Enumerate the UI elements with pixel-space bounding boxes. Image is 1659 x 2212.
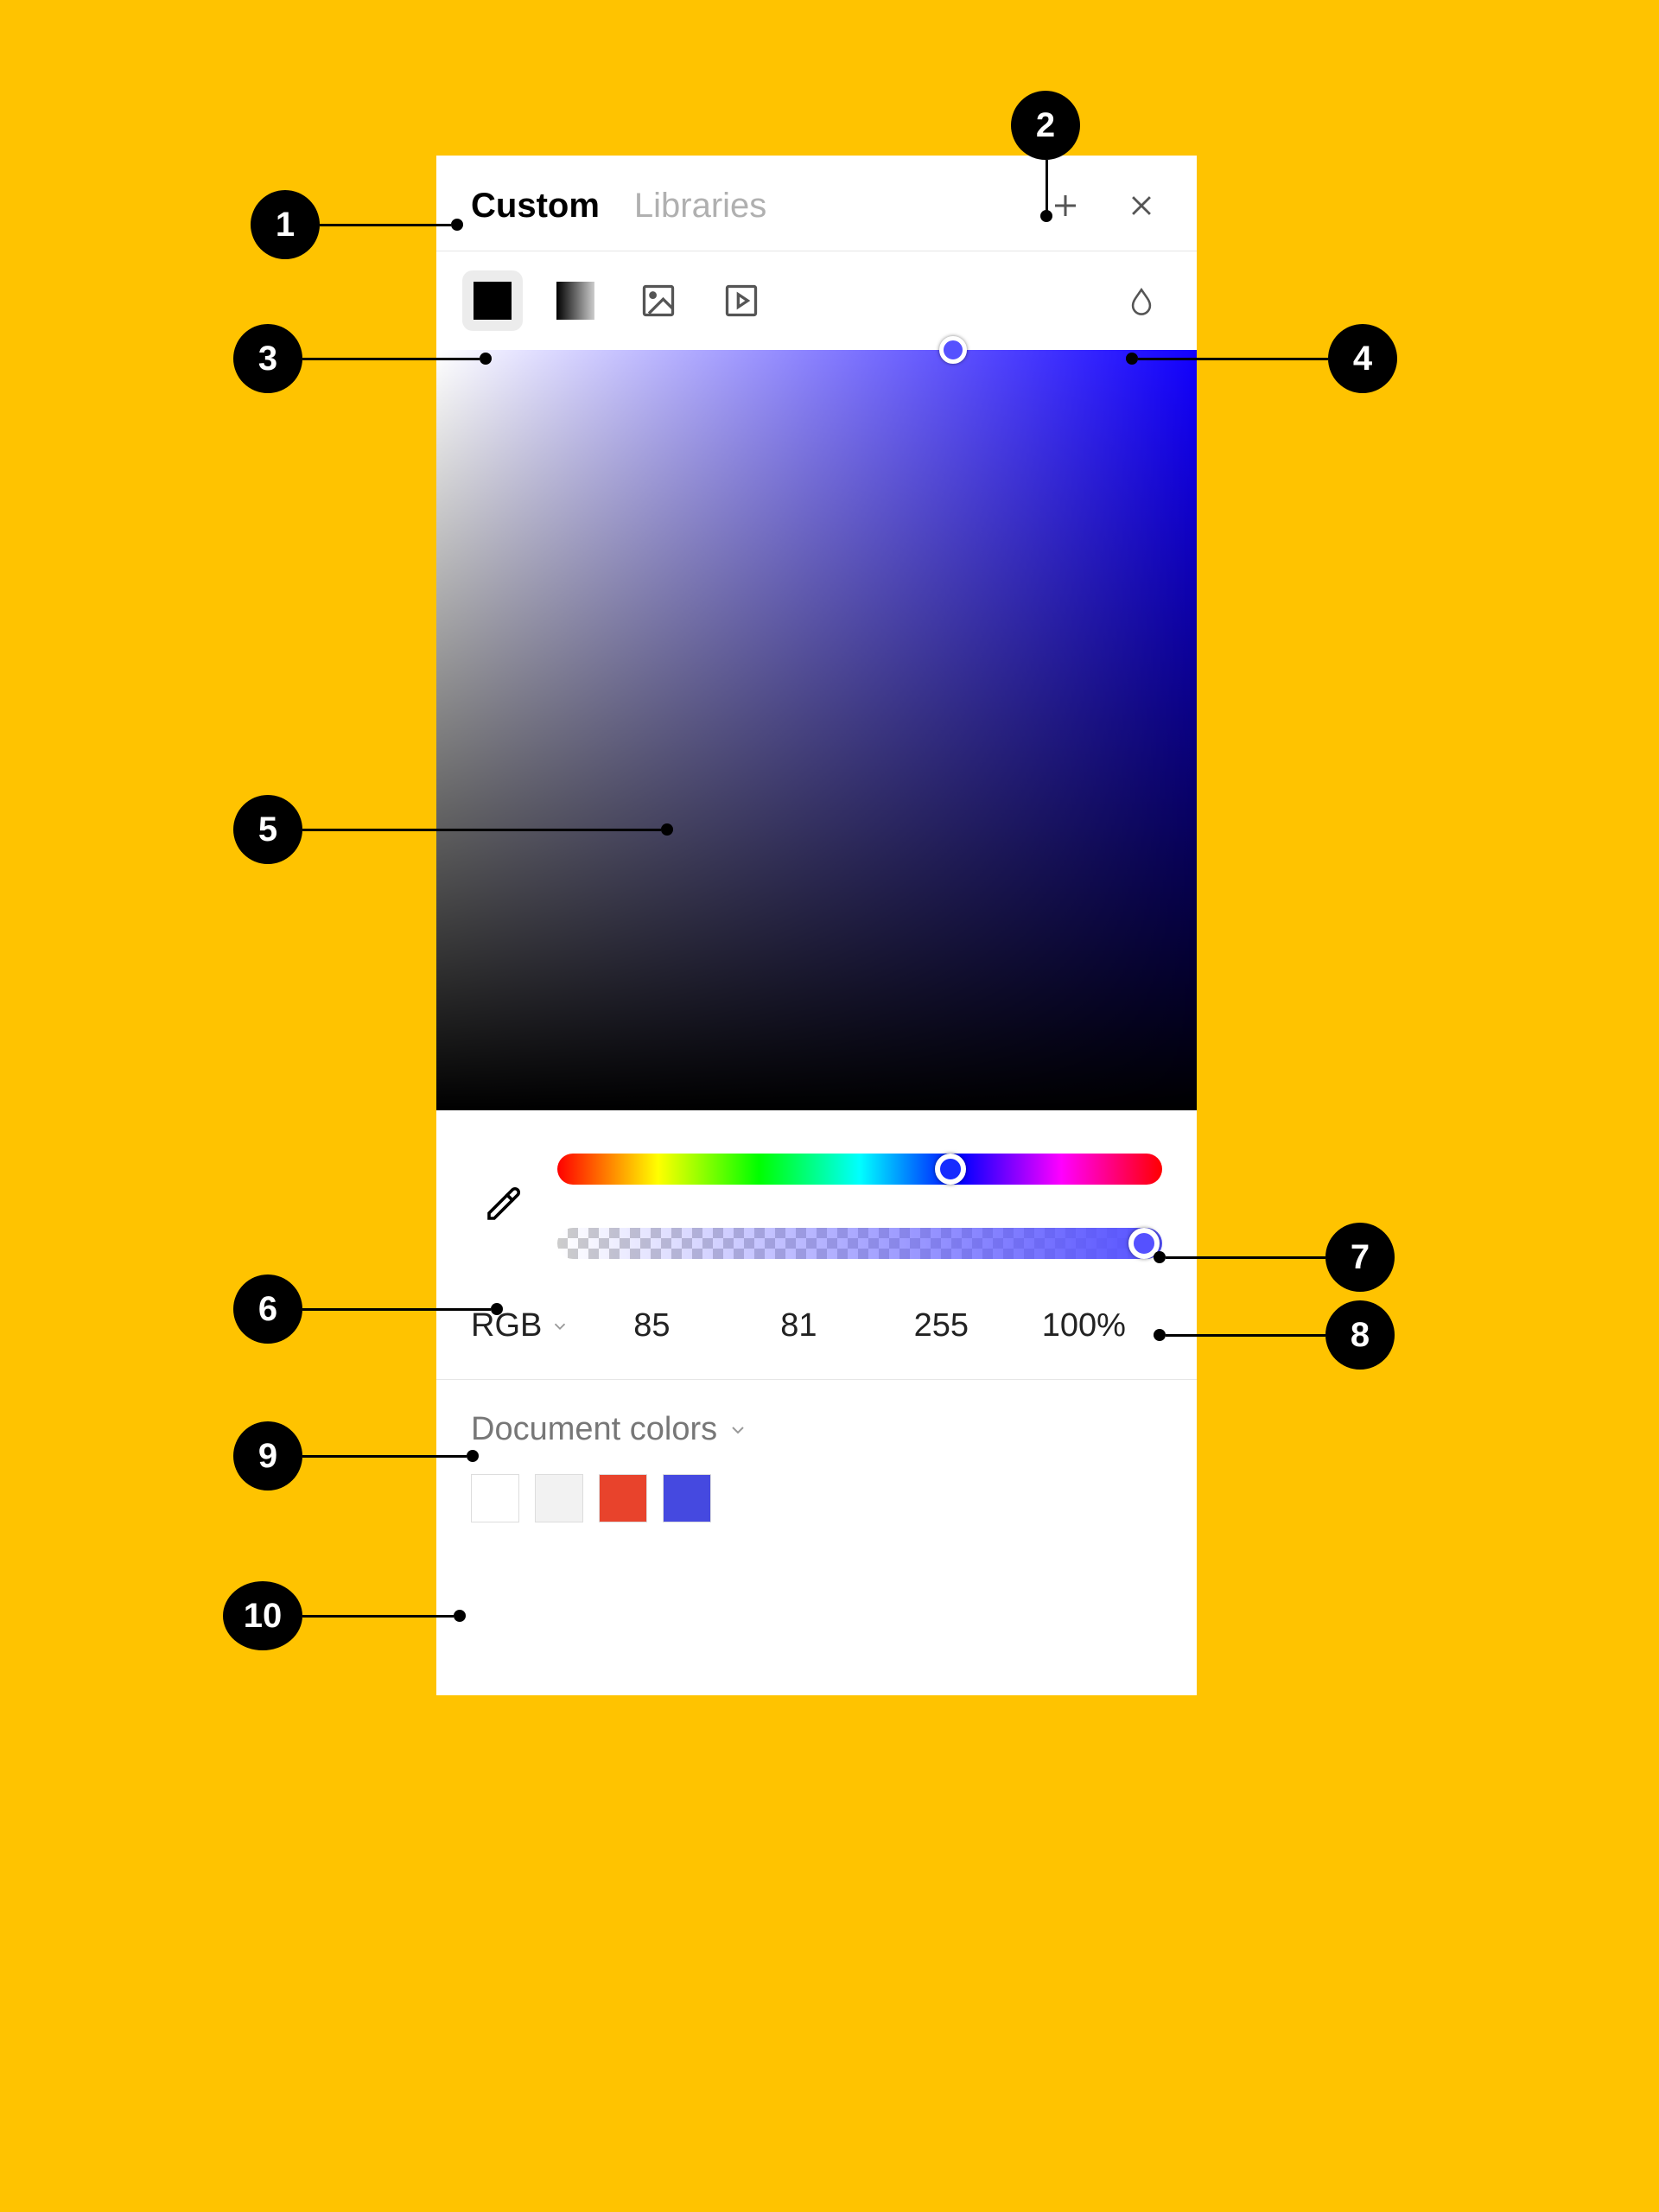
- callout-7: 7: [1154, 1223, 1395, 1292]
- callout-1: 1: [251, 190, 463, 259]
- callout-6: 6: [233, 1274, 503, 1344]
- callout-4: 4: [1126, 324, 1397, 393]
- document-colors-section: Document colors: [436, 1380, 1197, 1695]
- chevron-down-icon: [728, 1420, 748, 1440]
- callout-badge-7: 7: [1325, 1223, 1395, 1292]
- callout-5: 5: [233, 795, 673, 864]
- close-icon: [1127, 191, 1156, 220]
- fill-type-row: [436, 251, 1197, 350]
- callout-badge-10: 10: [223, 1581, 302, 1650]
- video-icon: [722, 282, 760, 320]
- image-icon: [639, 282, 677, 320]
- color-b-input[interactable]: [872, 1307, 1010, 1344]
- add-style-button[interactable]: [1045, 185, 1086, 226]
- saturation-value-area[interactable]: [436, 350, 1197, 1110]
- tab-libraries[interactable]: Libraries: [634, 187, 766, 226]
- color-values-row: RGB: [436, 1285, 1197, 1380]
- eyedropper-button[interactable]: [471, 1176, 531, 1236]
- fill-image-button[interactable]: [628, 270, 689, 331]
- color-picker-panel: Custom Libraries: [436, 156, 1197, 1695]
- sliders-section: [436, 1110, 1197, 1285]
- slider-column: [557, 1154, 1162, 1259]
- callout-badge-3: 3: [233, 324, 302, 393]
- color-opacity-input[interactable]: [1019, 1307, 1148, 1344]
- callout-badge-9: 9: [233, 1421, 302, 1491]
- close-button[interactable]: [1121, 185, 1162, 226]
- callout-badge-6: 6: [233, 1274, 302, 1344]
- callout-10: 10: [223, 1581, 466, 1650]
- eyedropper-icon: [480, 1185, 522, 1227]
- hue-handle[interactable]: [935, 1154, 966, 1185]
- tabs: Custom Libraries: [471, 187, 1010, 226]
- callout-2: 2: [1011, 91, 1080, 160]
- tab-custom[interactable]: Custom: [471, 187, 600, 226]
- solid-swatch-icon: [474, 282, 512, 320]
- color-g-input[interactable]: [734, 1307, 863, 1344]
- document-colors-label: Document colors: [471, 1411, 717, 1448]
- droplet-icon: [1127, 286, 1156, 315]
- gradient-swatch-icon: [556, 282, 594, 320]
- document-swatches: [471, 1474, 1162, 1522]
- fill-gradient-button[interactable]: [545, 270, 606, 331]
- doc-swatch-2[interactable]: [535, 1474, 583, 1522]
- callout-badge-4: 4: [1328, 324, 1397, 393]
- hue-slider[interactable]: [557, 1154, 1162, 1185]
- blend-mode-button[interactable]: [1121, 280, 1162, 321]
- opacity-slider[interactable]: [557, 1228, 1162, 1259]
- callout-3: 3: [233, 324, 492, 393]
- fill-solid-button[interactable]: [462, 270, 523, 331]
- callout-badge-2: 2: [1011, 91, 1080, 160]
- callout-badge-1: 1: [251, 190, 320, 259]
- document-colors-toggle[interactable]: Document colors: [471, 1411, 1162, 1448]
- callout-9: 9: [233, 1421, 479, 1491]
- doc-swatch-4[interactable]: [663, 1474, 711, 1522]
- plus-icon: [1050, 190, 1081, 221]
- callout-8: 8: [1154, 1300, 1395, 1370]
- callout-badge-5: 5: [233, 795, 302, 864]
- callout-badge-8: 8: [1325, 1300, 1395, 1370]
- chevron-down-icon: [550, 1317, 569, 1336]
- doc-swatch-3[interactable]: [599, 1474, 647, 1522]
- fill-video-button[interactable]: [711, 270, 772, 331]
- panel-header: Custom Libraries: [436, 156, 1197, 251]
- sv-handle[interactable]: [939, 336, 967, 364]
- color-r-input[interactable]: [578, 1307, 725, 1344]
